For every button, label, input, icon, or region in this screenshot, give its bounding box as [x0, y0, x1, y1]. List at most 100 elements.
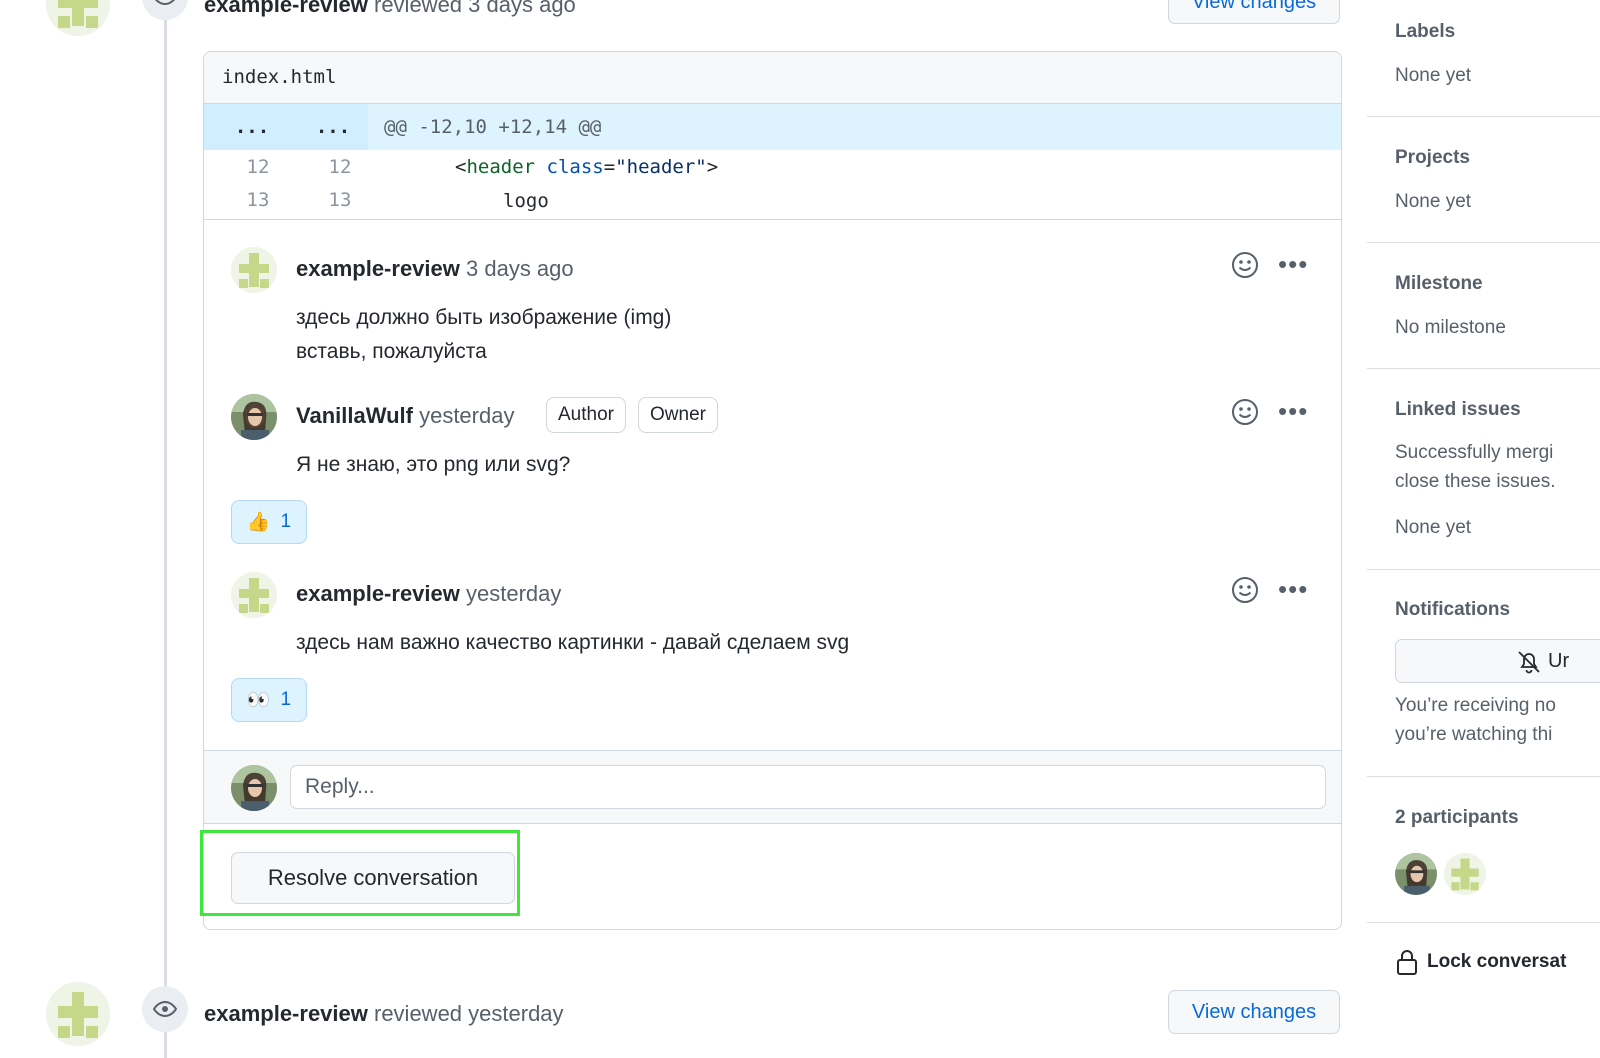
vanillawulf-avatar[interactable]: [231, 394, 277, 440]
hunk-expand-right[interactable]: ...: [303, 116, 363, 138]
comment-body-line: Я не знаю, это png или svg?: [296, 453, 571, 476]
comment-body-line: здесь нам важно качество картинки - дава…: [296, 631, 850, 654]
labels-value: None yet: [1395, 65, 1472, 86]
hunk-header: @@ -12,10 +12,14 @@: [384, 116, 602, 138]
comment-author-link[interactable]: VanillaWulf: [296, 403, 413, 428]
divider: [1367, 569, 1600, 570]
comment-author-link[interactable]: example-review: [296, 581, 460, 606]
timeline-line: [164, 0, 167, 1058]
current-user-avatar: [231, 765, 277, 811]
divider: [1367, 922, 1600, 923]
lock-conversation-link[interactable]: Lock conversat: [1395, 948, 1566, 976]
review-action: reviewed 3 days ago: [374, 0, 576, 17]
divider: [204, 219, 1341, 220]
linked-issues-title[interactable]: Linked issues: [1395, 399, 1521, 421]
eyes-icon: 👀: [246, 690, 271, 711]
milestone-value: No milestone: [1395, 317, 1506, 338]
example-review-avatar[interactable]: [46, 982, 110, 1046]
more-options-icon[interactable]: •••: [1278, 576, 1308, 602]
eye-icon: [142, 986, 188, 1032]
new-line-number[interactable]: 13: [310, 189, 370, 211]
unsubscribe-button[interactable]: Ur: [1395, 639, 1600, 683]
divider: [1367, 242, 1600, 243]
code-line: logo: [503, 190, 549, 212]
review-author-link[interactable]: example-review: [204, 1001, 368, 1026]
comment-header: VanillaWulf yesterday: [296, 403, 514, 429]
linked-issues-desc: close these issues.: [1395, 471, 1556, 492]
review-thread: index.html ... ... @@ -12,10 +12,14 @@ 1…: [203, 51, 1342, 930]
old-line-number[interactable]: 12: [228, 156, 288, 178]
comment-body-line: вставь, пожалуйста: [296, 340, 487, 363]
review-action: reviewed yesterday: [374, 1001, 564, 1026]
example-review-avatar[interactable]: [231, 572, 277, 618]
linked-issues-desc: Successfully mergi: [1395, 442, 1554, 463]
lock-conversation-label: Lock conversat: [1427, 951, 1567, 972]
hunk-expand-left[interactable]: ...: [222, 116, 282, 138]
example-review-avatar[interactable]: [46, 0, 110, 36]
comment-header: example-review yesterday: [296, 581, 561, 607]
lock-icon: [1397, 950, 1417, 975]
reply-input[interactable]: Reply...: [290, 765, 1326, 809]
notifications-title: Notifications: [1395, 599, 1511, 620]
code-token: >: [706, 156, 719, 178]
identicon-icon: [231, 572, 277, 618]
reaction-count: 1: [280, 689, 292, 710]
identicon-icon: [46, 0, 110, 36]
user-photo-icon: [231, 765, 277, 811]
unsubscribe-label: Ur: [1548, 650, 1570, 672]
comment-author-link[interactable]: example-review: [296, 256, 460, 281]
divider: [1367, 368, 1600, 369]
view-changes-button-top[interactable]: View changes: [1168, 0, 1340, 24]
add-reaction-smiley-icon[interactable]: [1231, 251, 1259, 279]
new-line-number[interactable]: 12: [310, 156, 370, 178]
comment-time[interactable]: yesterday: [419, 403, 514, 428]
identicon-icon: [1444, 853, 1486, 895]
linked-issues-value: None yet: [1395, 517, 1472, 538]
participant-example-review-avatar[interactable]: [1444, 853, 1486, 895]
code-line: <header class="header">: [455, 156, 718, 178]
code-tag: header: [466, 156, 536, 178]
file-header: index.html: [204, 52, 1341, 104]
code-token: <: [455, 156, 467, 178]
review-author-link[interactable]: example-review: [204, 0, 368, 17]
code-string: "header": [615, 156, 707, 178]
hunk-row: [204, 104, 1341, 150]
example-review-avatar[interactable]: [231, 247, 277, 293]
eyes-reaction[interactable]: 👀 1: [231, 678, 307, 722]
bell-slash-icon: [1518, 651, 1540, 674]
file-name[interactable]: index.html: [222, 66, 336, 88]
top-review-header: example-review reviewed 3 days ago: [204, 0, 576, 18]
code-attr: class: [546, 156, 604, 178]
divider: [1367, 776, 1600, 777]
thumbs-up-reaction[interactable]: 👍 1: [231, 500, 307, 544]
user-photo-icon: [231, 394, 277, 440]
notifications-desc: You’re receiving no: [1395, 695, 1556, 716]
projects-title[interactable]: Projects: [1395, 147, 1470, 169]
divider: [1367, 116, 1600, 117]
view-changes-button-bottom[interactable]: View changes: [1168, 990, 1340, 1034]
reply-area: Reply...: [204, 750, 1341, 824]
projects-value: None yet: [1395, 191, 1472, 212]
identicon-icon: [46, 982, 110, 1046]
more-options-icon[interactable]: •••: [1278, 251, 1308, 277]
comment-time[interactable]: 3 days ago: [466, 256, 574, 281]
user-photo-icon: [1395, 853, 1437, 895]
old-line-number[interactable]: 13: [228, 189, 288, 211]
identicon-icon: [231, 247, 277, 293]
comment-time[interactable]: yesterday: [466, 581, 561, 606]
more-options-icon[interactable]: •••: [1278, 398, 1308, 424]
reaction-count: 1: [280, 511, 292, 532]
bottom-review-header: example-review reviewed yesterday: [204, 1001, 564, 1027]
labels-title[interactable]: Labels: [1395, 21, 1455, 43]
highlight-box: [200, 830, 520, 916]
eye-icon: [142, 0, 188, 20]
milestone-title[interactable]: Milestone: [1395, 273, 1483, 295]
author-badge: Author: [546, 397, 626, 433]
participant-vanillawulf-avatar[interactable]: [1395, 853, 1437, 895]
participants-title: 2 participants: [1395, 807, 1519, 828]
add-reaction-smiley-icon[interactable]: [1231, 576, 1259, 604]
add-reaction-smiley-icon[interactable]: [1231, 398, 1259, 426]
comment-header: example-review 3 days ago: [296, 256, 574, 282]
comment-body-line: здесь должно быть изображение (img): [296, 306, 672, 329]
thumbs-up-icon: 👍: [246, 512, 271, 533]
